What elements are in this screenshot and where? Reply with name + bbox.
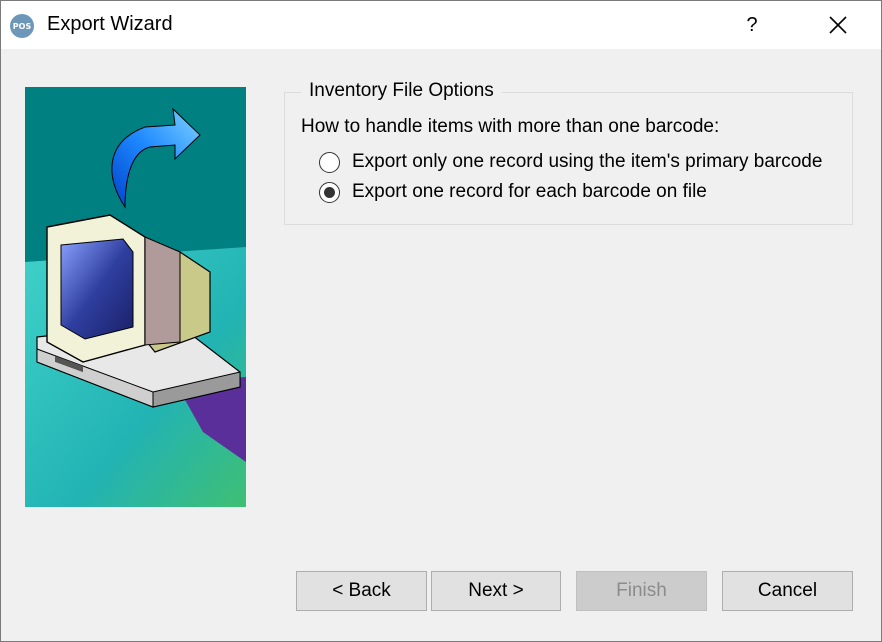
wizard-sidebar-image — [25, 87, 246, 507]
window-title: Export Wizard — [47, 13, 173, 35]
radio-primary-barcode-label: Export only one record using the item's … — [352, 151, 823, 172]
close-icon — [829, 16, 847, 34]
barcode-question-label: How to handle items with more than one b… — [301, 116, 720, 137]
back-button[interactable]: < Back — [296, 571, 427, 611]
inventory-options-label: Inventory File Options — [301, 80, 502, 102]
export-wizard-window: POS Export Wizard ? Inventory File Optio… — [0, 0, 882, 642]
close-button[interactable] — [815, 3, 861, 47]
pos-app-icon: POS — [10, 14, 34, 38]
radio-button-unchecked[interactable] — [319, 151, 340, 173]
radio-each-barcode-label: Export one record for each barcode on fi… — [352, 181, 707, 202]
computer-export-illustration — [25, 87, 246, 507]
finish-button[interactable]: Finish — [576, 571, 707, 611]
radio-primary-barcode[interactable]: Export only one record using the item's … — [319, 151, 822, 173]
next-button[interactable]: Next > — [431, 571, 561, 611]
radio-button-checked[interactable] — [319, 181, 340, 203]
radio-each-barcode[interactable]: Export one record for each barcode on fi… — [319, 181, 707, 203]
help-button[interactable]: ? — [729, 3, 775, 47]
cancel-button[interactable]: Cancel — [722, 571, 853, 611]
title-bar[interactable]: POS Export Wizard ? — [1, 1, 881, 49]
